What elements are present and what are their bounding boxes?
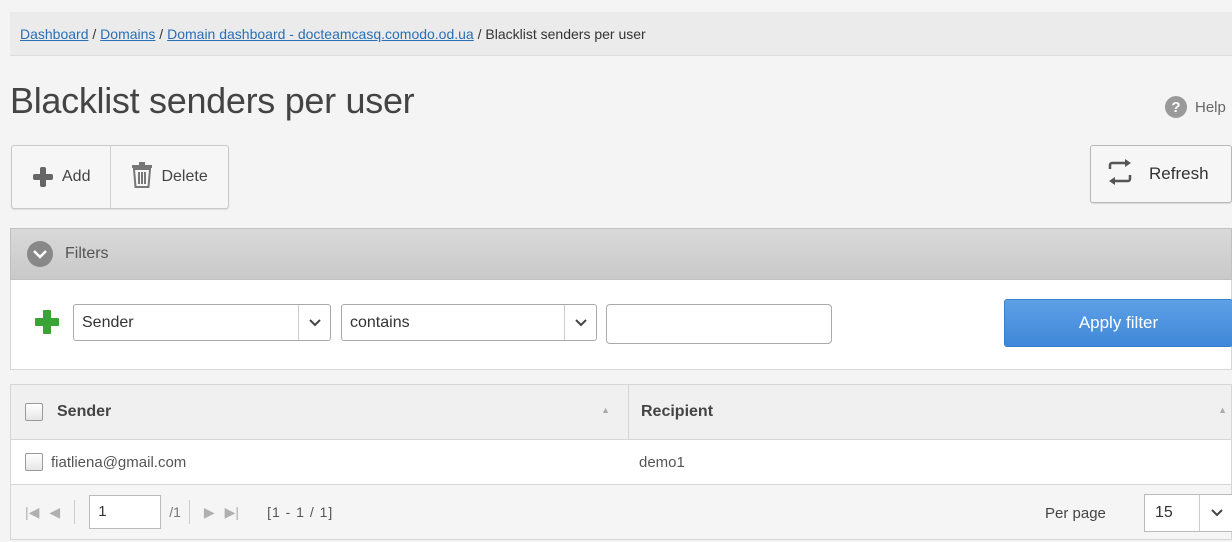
column-header-label: Recipient: [641, 403, 714, 420]
cell-recipient: demo1: [629, 440, 1231, 484]
help-link[interactable]: ? Help: [1165, 96, 1226, 118]
chevron-down-icon: [1199, 495, 1232, 531]
per-page-select[interactable]: 15: [1144, 494, 1232, 532]
total-pages: /1: [169, 504, 181, 520]
pager-divider: [188, 500, 190, 524]
filter-field-select[interactable]: Sender: [73, 304, 331, 341]
apply-filter-button[interactable]: Apply filter: [1004, 299, 1232, 347]
last-page-icon[interactable]: ▶|: [225, 504, 239, 521]
per-page-label: Per page: [1045, 505, 1106, 522]
refresh-icon: [1105, 158, 1135, 190]
cell-sender: fiatliena@gmail.com: [11, 440, 629, 484]
breadcrumb-link-domains[interactable]: Domains: [100, 26, 155, 42]
filter-field-value: Sender: [82, 314, 134, 331]
breadcrumb-link-dashboard[interactable]: Dashboard: [20, 26, 89, 42]
refresh-button-label: Refresh: [1149, 164, 1209, 183]
previous-page-icon[interactable]: ◀: [49, 504, 60, 521]
delete-button[interactable]: Delete: [110, 146, 227, 208]
column-header-recipient[interactable]: Recipient ▲: [629, 385, 1231, 439]
filter-value-input[interactable]: [606, 304, 832, 344]
chevron-down-icon: [27, 241, 53, 267]
chevron-down-icon: [298, 305, 330, 340]
help-label: Help: [1195, 98, 1226, 116]
first-page-icon[interactable]: |◀: [25, 504, 39, 521]
filter-panel: Sender contains Apply filter: [10, 280, 1232, 370]
add-filter-icon[interactable]: [35, 310, 59, 334]
page-range: [1 - 1 / 1]: [267, 504, 334, 520]
pagination-bar: |◀ ◀ 1 /1 ▶ ▶| [1 - 1 / 1] Per page 15: [10, 484, 1232, 540]
sort-icon: ▲: [601, 405, 610, 415]
breadcrumb: Dashboard / Domains / Domain dashboard -…: [10, 12, 1232, 56]
breadcrumb-separator: /: [155, 26, 168, 42]
trash-icon: [131, 161, 153, 193]
select-all-checkbox[interactable]: [25, 403, 43, 421]
column-header-sender[interactable]: Sender ▲: [11, 385, 629, 439]
pager-divider: [74, 500, 76, 524]
action-toolbar: Add Delete: [11, 145, 229, 209]
per-page-value: 15: [1155, 504, 1173, 521]
refresh-button[interactable]: Refresh: [1090, 145, 1232, 203]
table-header: Sender ▲ Recipient ▲: [10, 384, 1232, 440]
row-checkbox[interactable]: [25, 453, 43, 471]
breadcrumb-separator: /: [473, 26, 486, 42]
filters-title: Filters: [65, 245, 109, 262]
blacklist-table: Sender ▲ Recipient ▲ fiatliena@gmail.com…: [10, 384, 1232, 540]
delete-button-label: Delete: [161, 168, 208, 185]
page-title: Blacklist senders per user: [10, 80, 415, 121]
add-button[interactable]: Add: [12, 146, 110, 208]
sort-icon: ▲: [1218, 405, 1227, 415]
plus-icon: [32, 166, 54, 188]
chevron-down-icon: [564, 305, 596, 340]
filter-operator-select[interactable]: contains: [341, 304, 597, 341]
column-header-label: Sender: [57, 403, 112, 420]
page-number-input[interactable]: 1: [89, 495, 162, 529]
breadcrumb-link-domain-dashboard[interactable]: Domain dashboard - docteamcasq.comodo.od…: [167, 26, 474, 42]
help-icon: ?: [1165, 96, 1187, 118]
table-row[interactable]: fiatliena@gmail.com demo1: [10, 440, 1232, 484]
filter-operator-value: contains: [350, 314, 410, 331]
sender-value: fiatliena@gmail.com: [51, 453, 187, 471]
recipient-value: demo1: [639, 453, 685, 471]
breadcrumb-current: Blacklist senders per user: [485, 26, 646, 42]
breadcrumb-separator: /: [88, 26, 101, 42]
add-button-label: Add: [62, 168, 91, 185]
filters-toggle[interactable]: Filters: [10, 228, 1232, 280]
next-page-icon[interactable]: ▶: [204, 504, 215, 521]
